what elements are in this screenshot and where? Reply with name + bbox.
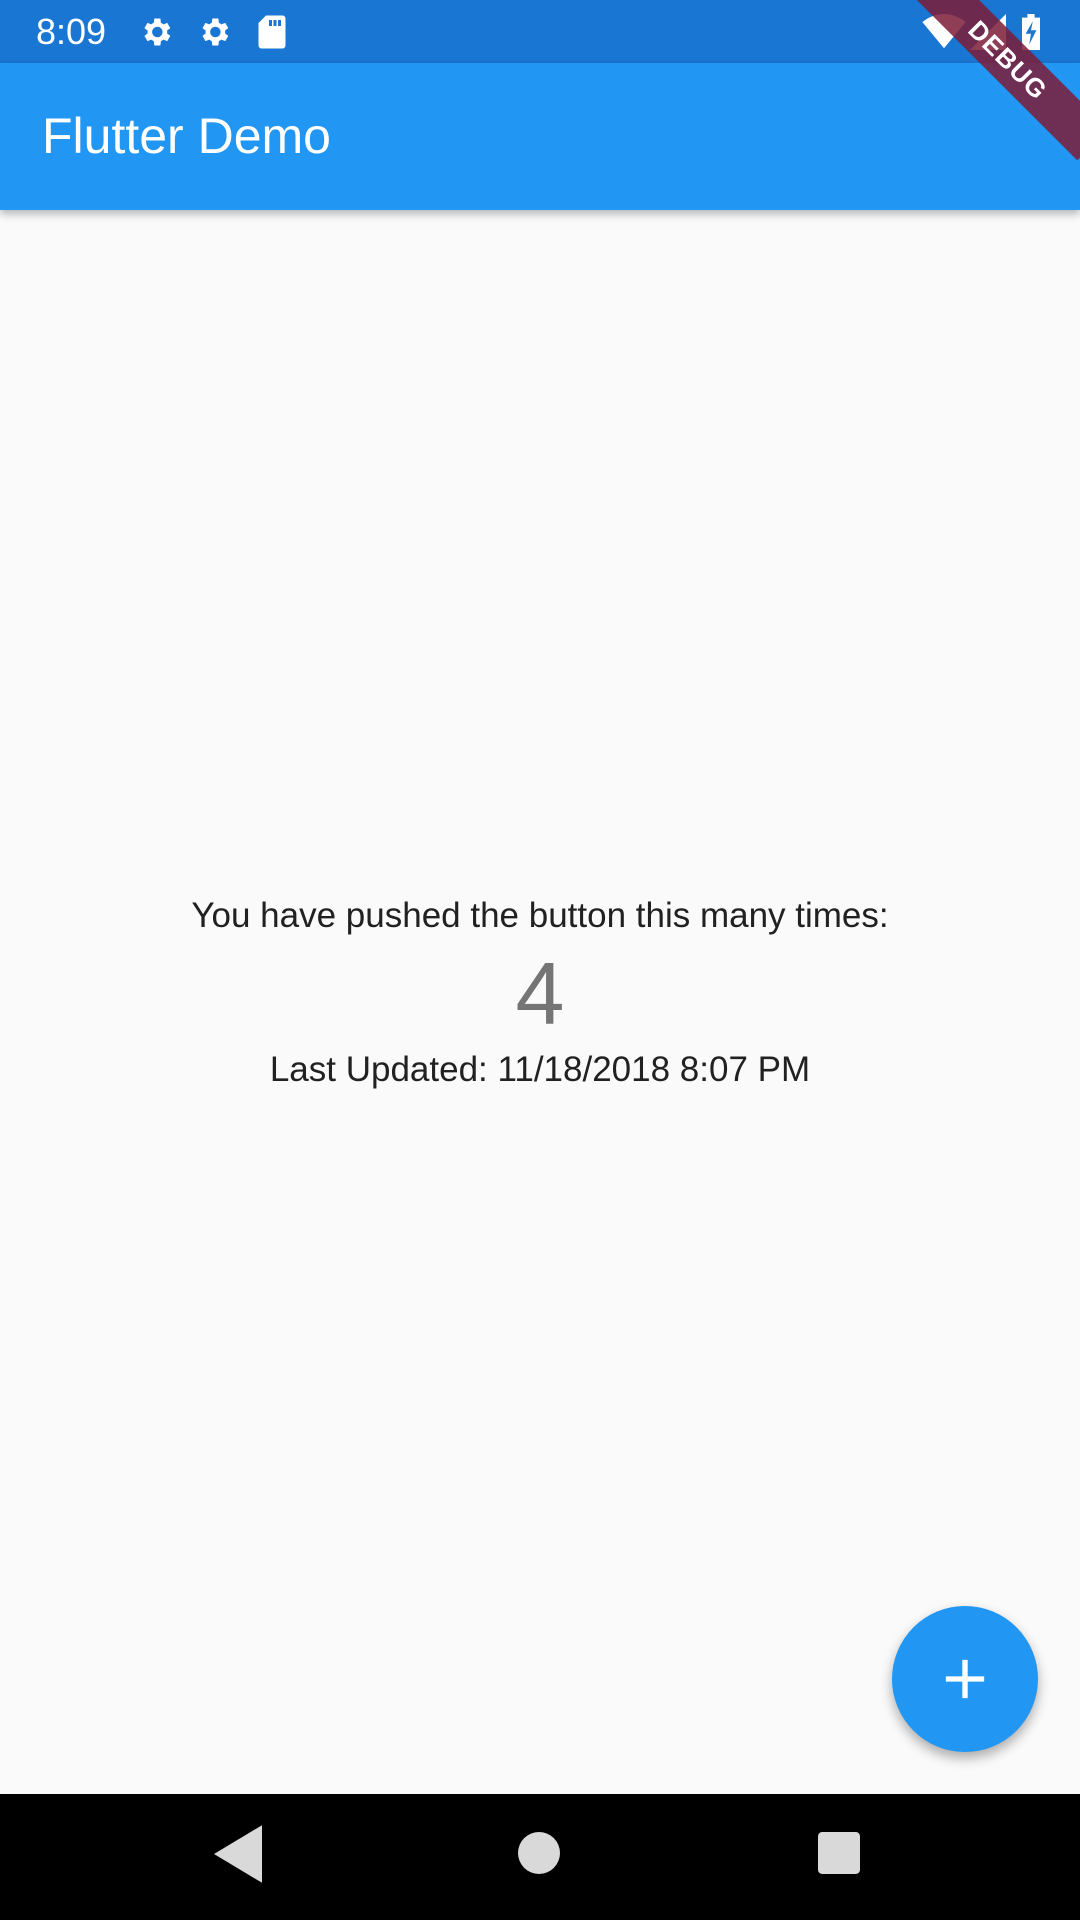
home-icon[interactable] bbox=[518, 1832, 560, 1879]
gear-icon bbox=[138, 14, 174, 55]
status-bar: 8:09 bbox=[0, 0, 1080, 63]
navigation-bar bbox=[0, 1794, 1080, 1920]
app-bar: Flutter Demo bbox=[0, 63, 1080, 210]
recents-icon[interactable] bbox=[818, 1832, 860, 1879]
counter-value: 4 bbox=[515, 944, 565, 1043]
counter-section: You have pushed the button this many tim… bbox=[0, 890, 1080, 1094]
status-time: 8:09 bbox=[36, 11, 107, 52]
plus-icon bbox=[945, 1659, 985, 1699]
gear-icon bbox=[196, 14, 232, 55]
back-icon[interactable] bbox=[214, 1824, 262, 1889]
last-updated-text: Last Updated: 11/18/2018 8:07 PM bbox=[269, 1050, 811, 1089]
increment-fab-button[interactable] bbox=[892, 1606, 1038, 1752]
app-title: Flutter Demo bbox=[42, 108, 331, 164]
sd-card-icon bbox=[256, 14, 288, 55]
counter-label: You have pushed the button this many tim… bbox=[191, 896, 889, 935]
